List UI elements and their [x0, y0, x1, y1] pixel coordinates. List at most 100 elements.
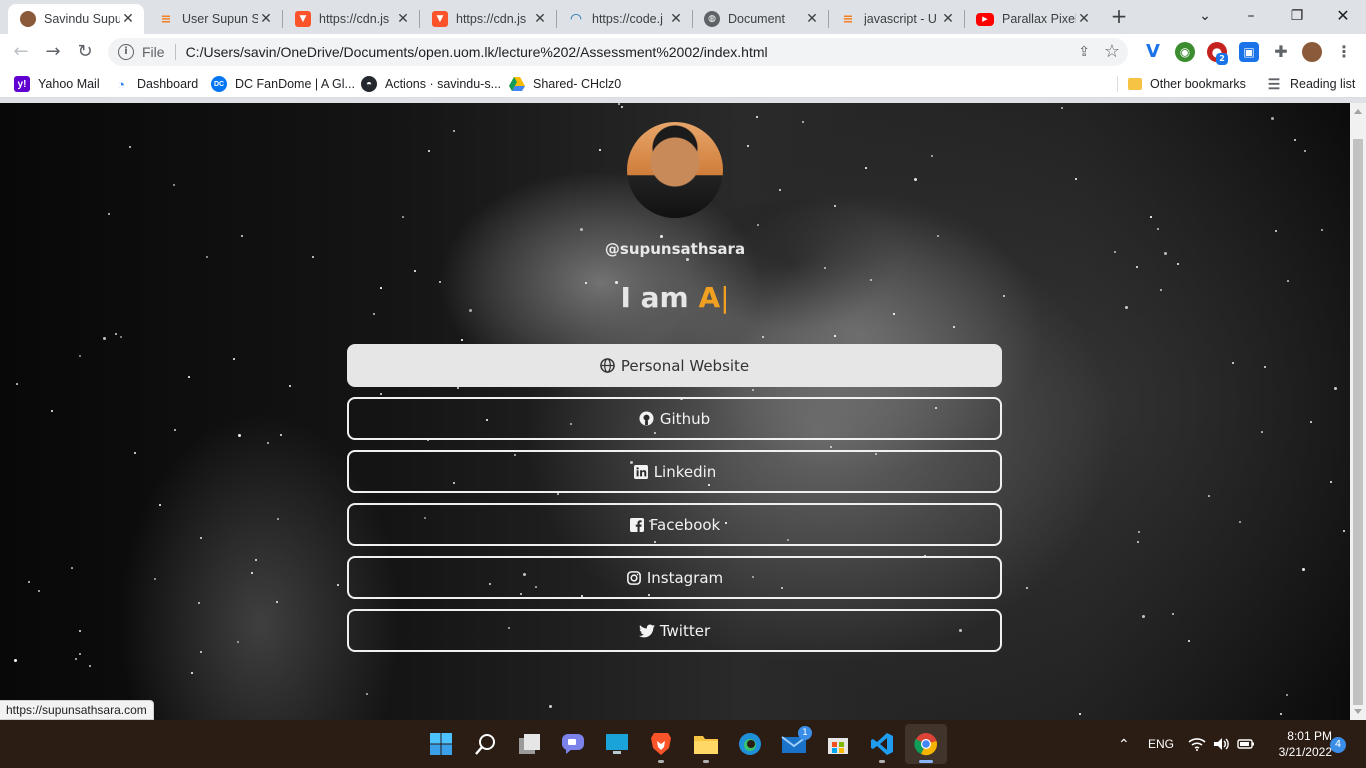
share-icon[interactable]: ⇪ [1078, 44, 1090, 60]
mail-icon[interactable]: 1 [778, 726, 812, 760]
windows-start-icon[interactable] [425, 728, 457, 760]
close-tab-icon[interactable]: ✕ [1076, 11, 1092, 27]
instagram-icon [626, 570, 642, 586]
particle-dot [618, 103, 620, 105]
vscode-icon[interactable] [866, 728, 898, 763]
file-explorer-icon[interactable] [690, 728, 722, 763]
wifi-icon[interactable] [1188, 720, 1206, 768]
tab-cdn-1[interactable]: ▼ https://cdn.js ✕ [283, 4, 419, 34]
windows-taskbar: 1 ⌃ ENG 8:01 PM 3/21/2022 [0, 720, 1366, 768]
button-label: Personal Website [620, 356, 750, 375]
tab-parallax[interactable]: ▶ Parallax Pixel ✕ [964, 4, 1100, 34]
chrome-icon[interactable] [910, 728, 942, 763]
linkedin-button[interactable]: Linkedin [347, 450, 1002, 493]
task-view-icon[interactable] [514, 728, 546, 760]
particle-dot [937, 235, 939, 237]
profile-avatar-icon[interactable] [1302, 42, 1322, 62]
tab-cdn-2[interactable]: ▼ https://cdn.js ✕ [420, 4, 556, 34]
facebook-button[interactable]: Facebook [347, 503, 1002, 546]
particle-dot [1026, 587, 1028, 589]
bookmark-label: Actions · savindu-s... [385, 77, 502, 91]
close-tab-icon[interactable]: ✕ [532, 11, 548, 27]
tab-title: Document [728, 12, 785, 26]
mail-badge: 1 [798, 726, 812, 740]
bookmark-github-actions[interactable]: ◓ Actions · savindu-s... [361, 75, 501, 93]
instagram-button[interactable]: Instagram [347, 556, 1002, 599]
language-indicator[interactable]: ENG [1148, 720, 1174, 768]
bookmark-star-icon[interactable]: ☆ [1104, 41, 1120, 62]
maximize-button[interactable]: ❐ [1282, 4, 1312, 28]
bookmark-shared-drive[interactable]: Shared- CHclz0 [509, 75, 621, 93]
particle-dot [549, 705, 552, 708]
particle-dot [1232, 362, 1234, 364]
particle-dot [1321, 229, 1323, 231]
particle-dot [580, 228, 583, 231]
particle-dot [757, 224, 759, 226]
store-icon[interactable] [822, 728, 854, 760]
scrollbar-thumb[interactable] [1353, 139, 1363, 705]
new-tab-button[interactable]: + [1109, 6, 1129, 27]
search-icon[interactable] [470, 728, 502, 760]
teams-chat-icon[interactable] [557, 728, 589, 760]
minimize-button[interactable]: – [1236, 4, 1266, 28]
brave-icon[interactable] [645, 728, 677, 763]
particle-dot [79, 630, 81, 632]
particle-dot [337, 584, 339, 586]
github-button[interactable]: Github [347, 397, 1002, 440]
tray-overflow-chevron-icon[interactable]: ⌃ [1118, 720, 1130, 768]
desktop-icon[interactable] [601, 728, 633, 760]
particle-dot [14, 659, 17, 662]
tab-javascript[interactable]: ≡ javascript - U ✕ [828, 4, 964, 34]
site-info-icon[interactable]: i [118, 44, 134, 60]
particle-dot [200, 537, 202, 539]
close-tab-icon[interactable]: ✕ [668, 11, 684, 27]
extensions-puzzle-icon[interactable]: ✚ [1271, 42, 1291, 62]
tab-savindu[interactable]: Savindu Supu ✕ [8, 4, 144, 34]
scroll-down-arrow-icon[interactable] [1354, 709, 1362, 714]
notification-count-badge[interactable]: 4 [1330, 737, 1346, 753]
url-text[interactable]: C:/Users/savin/OneDrive/Documents/open.u… [186, 44, 768, 60]
avatar-favicon-icon [20, 11, 36, 27]
particle-dot [75, 658, 77, 660]
close-tab-icon[interactable]: ✕ [395, 11, 411, 27]
particle-dot [1343, 530, 1345, 532]
particle-dot [686, 258, 689, 261]
particle-dot [1302, 568, 1305, 571]
system-clock[interactable]: 8:01 PM 3/21/2022 [1262, 728, 1332, 760]
reading-list-icon: ☰ [1267, 75, 1281, 92]
close-tab-icon[interactable]: ✕ [940, 11, 956, 27]
tab-search-chevron-icon[interactable]: ⌄ [1190, 4, 1220, 28]
edge-icon[interactable] [734, 728, 766, 760]
particle-dot [173, 184, 175, 186]
scroll-up-arrow-icon[interactable] [1354, 109, 1362, 114]
jquery-favicon-icon: ◠ [570, 11, 582, 27]
personal-website-button[interactable]: Personal Website [347, 344, 1002, 387]
bookmark-dc-fandome[interactable]: DC DC FanDome | A Gl... [211, 75, 355, 93]
reload-button[interactable]: ↻ [73, 40, 97, 64]
bookmark-dashboard[interactable]: ◔ Dashboard [113, 75, 198, 93]
close-tab-icon[interactable]: ✕ [258, 11, 274, 27]
reading-list[interactable]: ☰ Reading list [1266, 75, 1356, 93]
globe-extension-icon[interactable]: ◉ [1175, 42, 1195, 62]
page-scrollbar[interactable] [1350, 103, 1366, 720]
menu-kebab-icon[interactable]: ⋮ [1334, 42, 1354, 62]
tab-document[interactable]: ◍ Document ✕ [692, 4, 828, 34]
profile-extension-icon[interactable]: ▣ [1239, 42, 1259, 62]
battery-icon[interactable] [1237, 720, 1255, 768]
close-tab-icon[interactable]: ✕ [804, 11, 820, 27]
particle-dot [660, 235, 663, 238]
close-tab-icon[interactable]: ✕ [120, 11, 136, 27]
close-window-button[interactable]: ✕ [1328, 4, 1358, 28]
typing-caret: | [720, 281, 730, 314]
volume-icon[interactable] [1213, 720, 1231, 768]
back-button[interactable]: ← [9, 40, 33, 64]
bookmark-yahoo-mail[interactable]: y! Yahoo Mail [14, 75, 100, 93]
particle-dot [1208, 495, 1210, 497]
vimeo-extension-icon[interactable]: V [1143, 42, 1163, 62]
forward-button[interactable]: → [41, 40, 65, 64]
address-bar[interactable]: i File C:/Users/savin/OneDrive/Documents… [108, 38, 1128, 66]
twitter-button[interactable]: Twitter [347, 609, 1002, 652]
other-bookmarks[interactable]: Other bookmarks [1128, 75, 1246, 93]
tab-user-supun[interactable]: ≡ User Supun S ✕ [146, 4, 282, 34]
tab-code-jquery[interactable]: ◠ https://code.j ✕ [556, 4, 692, 34]
